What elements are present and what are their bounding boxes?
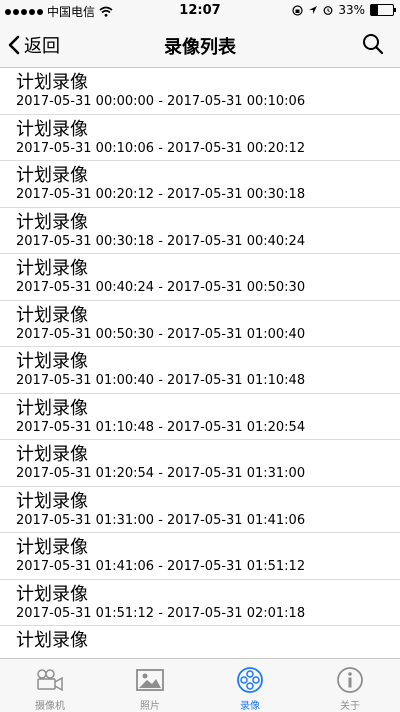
recording-title: 计划录像 [16,165,88,186]
recording-title: 计划录像 [16,304,88,326]
tab-photos[interactable]: 照片 [100,659,200,712]
recording-time-range: 2017-05-31 01:00:40 - 2017-05-31 01:10:4… [16,373,306,388]
photo-icon [136,669,164,691]
recording-title: 计划录像 [16,583,88,605]
recording-title: 计划录像 [16,537,88,558]
orientation-lock-icon [292,4,303,16]
search-icon [363,34,384,55]
navigation-bar: 返回 录像列表 [0,22,400,68]
recording-title: 计划录像 [16,397,88,419]
tab-bar: 摄像机 照片 录像 关于 [0,658,400,712]
recording-row[interactable]: 计划录像 2017-05-31 01:20:54 - 2017-05-31 01:… [0,440,400,487]
tab-about[interactable]: 关于 [300,659,400,712]
recording-time-range: 2017-05-31 00:20:12 - 2017-05-31 00:30:1… [16,187,306,202]
tab-camera[interactable]: 摄像机 [0,659,100,712]
camera-icon [37,669,63,692]
status-right: 33% [292,3,396,17]
page-title: 录像列表 [164,37,236,58]
recording-row[interactable]: 计划录像 [0,626,400,658]
tab-label: 录像 [240,701,260,712]
recording-title: 计划录像 [16,351,88,372]
battery-icon [370,4,396,16]
recording-row[interactable]: 计划录像 2017-05-31 00:50:30 - 2017-05-31 01:… [0,301,400,347]
recording-title: 计划录像 [16,118,88,140]
recording-time-range: 2017-05-31 01:51:12 - 2017-05-31 02:01:1… [16,605,306,621]
recording-title: 计划录像 [16,211,88,233]
status-bar: 中国电信 12:07 33% [0,0,400,22]
search-button[interactable] [362,33,384,59]
recording-row[interactable]: 计划录像 2017-05-31 01:00:40 - 2017-05-31 01:… [0,347,400,394]
recording-row[interactable]: 计划录像 2017-05-31 00:00:00 - 2017-05-31 00:… [0,68,400,115]
recording-title: 计划录像 [16,72,88,93]
tab-label: 关于 [340,701,360,712]
recording-title: 计划录像 [16,258,88,279]
tab-label: 照片 [140,701,160,712]
recording-title: 计划录像 [16,490,88,512]
location-icon [309,6,318,14]
recording-row[interactable]: 计划录像 2017-05-31 01:31:00 - 2017-05-31 01:… [0,487,400,533]
alarm-icon [323,6,333,15]
recording-time-range: 2017-05-31 01:31:00 - 2017-05-31 01:41:0… [16,512,306,528]
recording-time-range: 2017-05-31 01:41:06 - 2017-05-31 01:51:1… [16,559,306,574]
recording-row[interactable]: 计划录像 2017-05-31 01:10:48 - 2017-05-31 01:… [0,394,400,440]
recording-list[interactable]: 计划录像 2017-05-31 00:00:00 - 2017-05-31 00:… [0,68,400,658]
battery-percent: 33% [338,3,365,17]
recording-row[interactable]: 计划录像 2017-05-31 01:41:06 - 2017-05-31 01:… [0,533,400,580]
recording-title: 计划录像 [16,630,88,651]
recording-row[interactable]: 计划录像 2017-05-31 00:40:24 - 2017-05-31 00:… [0,254,400,301]
tab-label: 摄像机 [35,701,65,712]
recording-time-range: 2017-05-31 00:10:06 - 2017-05-31 00:20:1… [16,140,306,156]
recording-time-range: 2017-05-31 00:50:30 - 2017-05-31 01:00:4… [16,326,306,342]
recording-time-range: 2017-05-31 00:30:18 - 2017-05-31 00:40:2… [16,233,306,249]
recording-time-range: 2017-05-31 00:00:00 - 2017-05-31 00:10:0… [16,94,306,109]
recording-row[interactable]: 计划录像 2017-05-31 00:30:18 - 2017-05-31 00:… [0,208,400,254]
recording-time-range: 2017-05-31 01:20:54 - 2017-05-31 01:31:0… [16,466,306,481]
battery-fill [371,5,379,15]
film-reel-icon [237,667,263,693]
tab-recordings[interactable]: 录像 [200,659,300,712]
recording-time-range: 2017-05-31 01:10:48 - 2017-05-31 01:20:5… [16,419,306,435]
recording-row[interactable]: 计划录像 2017-05-31 00:20:12 - 2017-05-31 00:… [0,161,400,208]
recording-title: 计划录像 [16,444,88,465]
recording-row[interactable]: 计划录像 2017-05-31 01:51:12 - 2017-05-31 02:… [0,580,400,626]
recording-time-range: 2017-05-31 00:40:24 - 2017-05-31 00:50:3… [16,280,306,295]
recording-row[interactable]: 计划录像 2017-05-31 00:10:06 - 2017-05-31 00:… [0,115,400,161]
info-icon [337,667,363,693]
